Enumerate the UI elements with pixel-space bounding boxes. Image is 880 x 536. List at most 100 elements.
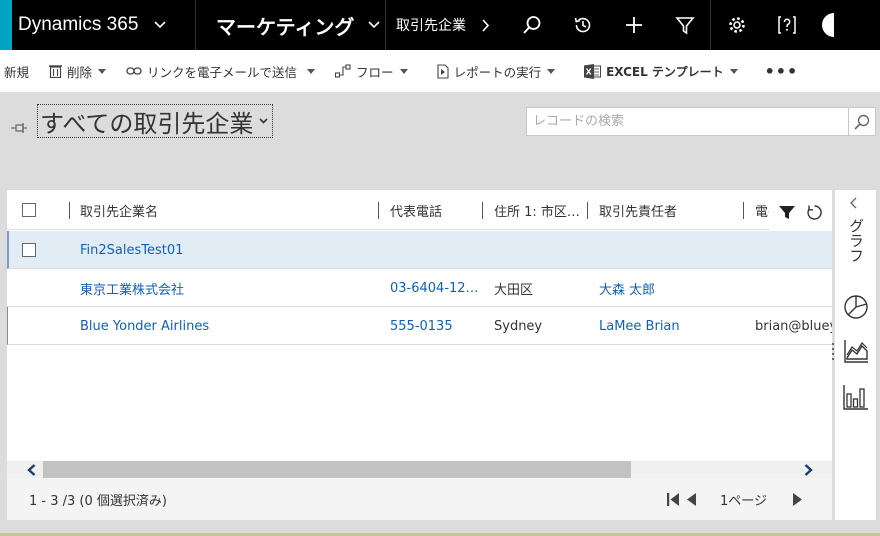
settings-button[interactable] (711, 0, 762, 50)
account-name-link[interactable]: Fin2SalesTest01 (80, 243, 183, 258)
table-row[interactable]: Fin2SalesTest01 (7, 231, 832, 269)
nav-icon-group (506, 0, 838, 50)
scroll-left-button[interactable] (21, 461, 41, 478)
cell-name[interactable]: 東京工業株式会社 (80, 269, 370, 307)
run-report-button[interactable]: レポートの実行 (417, 50, 565, 92)
history-icon (574, 17, 590, 33)
entity-label: 取引先企業 (396, 18, 466, 34)
area-chart-button[interactable] (843, 338, 869, 368)
new-label: 新規 (4, 64, 30, 80)
cell-email[interactable]: brian@bluey (755, 307, 832, 345)
column-header-name[interactable]: 取引先企業名 (80, 190, 370, 230)
column-header-phone[interactable]: 代表電話 (390, 190, 480, 230)
table-row[interactable]: 東京工業株式会社 03-6404-12… 大田区 大森 太郎 (7, 269, 832, 307)
pin-icon (11, 123, 27, 133)
column-chart-icon (843, 385, 868, 410)
record-count: 1 - 3 /3 (0 個選択済み) (29, 478, 167, 520)
pie-chart-button[interactable] (843, 294, 869, 324)
view-header: すべての取引先企業 (0, 92, 880, 172)
email-text[interactable]: brian@bluey (755, 319, 832, 334)
cell-phone[interactable]: 03-6404-12… (390, 269, 486, 307)
chevron-down-icon (154, 21, 166, 29)
report-label: レポートの実行 (453, 64, 542, 80)
accent-strip (0, 0, 12, 50)
search-input[interactable] (527, 108, 848, 135)
column-chart-button[interactable] (843, 384, 869, 414)
chevron-right-icon (804, 463, 813, 476)
grid-header: 取引先企業名 代表電話 住所 1: 市区… 取引先責任者 電子 (7, 190, 832, 230)
record-search-box (526, 107, 876, 136)
delete-label: 削除 (67, 64, 93, 80)
column-header-city[interactable]: 住所 1: 市区… (494, 190, 586, 230)
cell-phone[interactable]: 555-0135 (390, 307, 486, 345)
phone-link[interactable]: 555-0135 (390, 319, 453, 334)
top-navigation-bar: Dynamics 365 マーケティング 取引先企業 (0, 0, 880, 50)
phone-link[interactable]: 03-6404-12… (390, 281, 479, 296)
link-icon (126, 67, 142, 75)
more-commands-button[interactable]: ••• (747, 50, 803, 92)
recent-button[interactable] (557, 0, 608, 50)
cell-name[interactable]: Blue Yonder Airlines (80, 307, 370, 345)
help-button[interactable] (762, 0, 812, 50)
grid-footer: 1 - 3 /3 (0 個選択済み) 1ページ (7, 478, 832, 520)
report-icon (437, 63, 449, 79)
advanced-find-button[interactable] (659, 0, 710, 50)
caret-down-icon (98, 68, 107, 74)
grid-tools (769, 194, 832, 230)
column-header-contact[interactable]: 取引先責任者 (599, 190, 739, 230)
email-link-button[interactable]: リンクを電子メールで送信 (122, 50, 301, 92)
row-checkbox[interactable] (22, 231, 36, 269)
chevron-right-icon (482, 18, 490, 32)
cell-contact[interactable]: 大森 太郎 (599, 269, 739, 307)
pie-chart-icon (844, 295, 868, 319)
view-selector[interactable]: すべての取引先企業 (37, 104, 274, 138)
account-name-link[interactable]: Blue Yonder Airlines (80, 319, 209, 334)
search-button[interactable] (506, 0, 557, 50)
contact-link[interactable]: LaMee Brian (599, 319, 680, 334)
cell-city: 大田区 (494, 269, 586, 307)
column-header-label: 代表電話 (390, 204, 443, 220)
excel-label: EXCEL テンプレート (606, 64, 724, 79)
page-number: 1ページ (720, 493, 768, 509)
excel-icon (584, 63, 602, 79)
account-name-link[interactable]: 東京工業株式会社 (80, 279, 184, 298)
filter-icon (674, 17, 695, 35)
cell-contact[interactable]: LaMee Brian (599, 307, 739, 345)
scrollbar-thumb[interactable] (43, 461, 631, 478)
column-divider (378, 202, 379, 219)
delete-dropdown-button[interactable] (92, 68, 122, 74)
search-submit-button[interactable] (848, 108, 875, 135)
area-switcher[interactable]: マーケティング (196, 0, 386, 50)
refresh-icon[interactable] (806, 204, 823, 221)
entity-navigation[interactable]: 取引先企業 (386, 0, 506, 50)
pin-view-button[interactable] (11, 118, 27, 137)
next-page-button[interactable] (793, 492, 803, 506)
first-page-button[interactable] (667, 492, 679, 506)
cell-name[interactable]: Fin2SalesTest01 (80, 231, 370, 269)
view-title: すべての取引先企業 (40, 109, 254, 138)
email-link-dropdown-button[interactable] (301, 68, 331, 74)
app-switcher[interactable]: Dynamics 365 (12, 0, 196, 50)
records-grid: 取引先企業名 代表電話 住所 1: 市区… 取引先責任者 電子 Fin2Sale… (7, 190, 832, 520)
column-divider (69, 202, 70, 219)
collapse-chart-pane-button[interactable] (849, 194, 857, 213)
create-button[interactable] (608, 0, 659, 50)
user-avatar-icon (822, 13, 834, 37)
checkbox (22, 243, 36, 257)
user-button[interactable] (812, 0, 838, 50)
flow-button[interactable]: フロー (331, 50, 417, 92)
new-button[interactable]: 新規 (0, 50, 45, 92)
delete-button[interactable]: 削除 (45, 50, 92, 92)
caret-down-icon (399, 68, 413, 74)
scroll-right-button[interactable] (798, 461, 818, 478)
filter-icon[interactable] (778, 205, 795, 220)
previous-page-button[interactable] (687, 492, 696, 506)
search-icon (854, 114, 870, 130)
cell-city: Sydney (494, 307, 586, 345)
select-all-checkbox[interactable] (22, 190, 36, 230)
horizontal-scrollbar[interactable] (7, 461, 832, 478)
contact-link[interactable]: 大森 太郎 (599, 279, 655, 298)
table-row[interactable]: Blue Yonder Airlines 555-0135 Sydney LaM… (7, 307, 832, 345)
brand-label: Dynamics 365 (18, 14, 139, 35)
excel-template-button[interactable]: EXCEL テンプレート (564, 50, 747, 92)
